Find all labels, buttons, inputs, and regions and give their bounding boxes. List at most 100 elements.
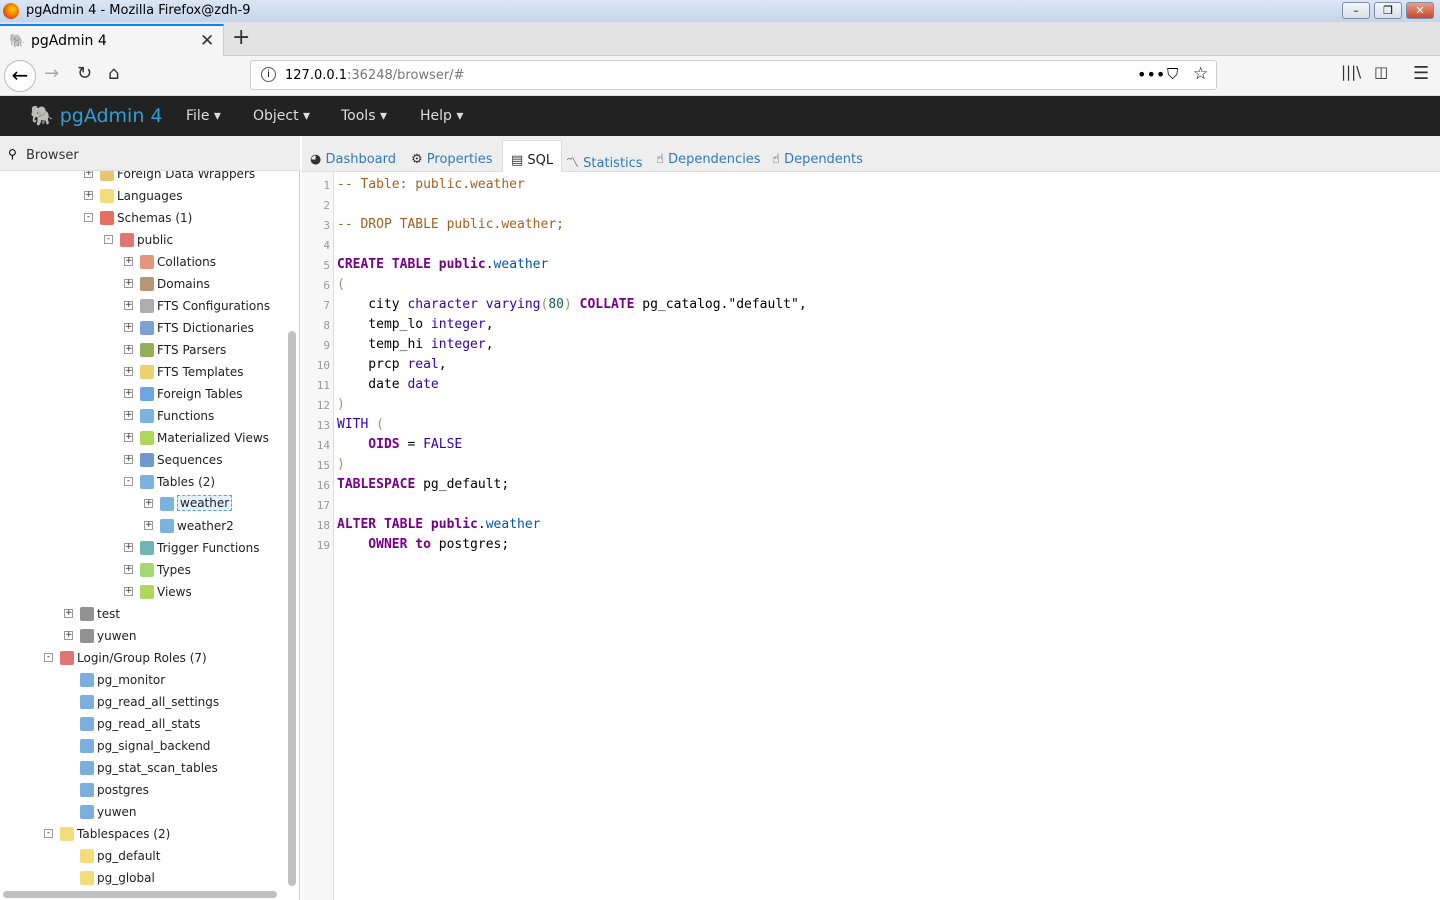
tree-item[interactable]: pg_stat_scan_tables bbox=[0, 758, 286, 780]
reload-button[interactable]: ↻ bbox=[77, 63, 92, 84]
tree-item[interactable]: pg_read_all_settings bbox=[0, 692, 286, 714]
tree-item[interactable]: + weather2 bbox=[0, 516, 286, 538]
expand-icon[interactable]: + bbox=[124, 587, 133, 596]
forward-button[interactable]: → bbox=[44, 63, 59, 84]
tree-node-icon bbox=[140, 541, 154, 555]
tree-item[interactable]: pg_signal_backend bbox=[0, 736, 286, 758]
tree-item[interactable]: + Collations bbox=[0, 252, 286, 274]
back-button[interactable]: ← bbox=[4, 60, 36, 92]
code-token: TABLESPACE bbox=[337, 477, 416, 492]
tree-item[interactable]: + weather bbox=[0, 494, 286, 516]
new-tab-button[interactable]: + bbox=[232, 25, 250, 50]
expand-icon[interactable]: + bbox=[144, 499, 153, 508]
line-number: 8 bbox=[323, 319, 330, 332]
tab-sql[interactable]: ▤ SQL bbox=[502, 140, 563, 172]
tree-item[interactable]: + FTS Parsers bbox=[0, 340, 286, 362]
tree-vertical-scrollbar[interactable] bbox=[288, 331, 296, 886]
tab-dependencies[interactable]: ☝ Dependencies bbox=[656, 152, 761, 167]
tab-label: Statistics bbox=[583, 156, 643, 171]
expand-icon[interactable]: + bbox=[124, 543, 133, 552]
tree-item[interactable]: - public bbox=[0, 230, 286, 252]
tree-item-label: Foreign Tables bbox=[157, 387, 243, 401]
menu-file[interactable]: File ▾ bbox=[186, 108, 221, 124]
expand-icon[interactable]: + bbox=[124, 279, 133, 288]
tree-item[interactable]: + Materialized Views bbox=[0, 428, 286, 450]
browser-tab[interactable]: 🐘 pgAdmin 4 ✕ bbox=[0, 24, 224, 57]
tree-item[interactable]: + yuwen bbox=[0, 626, 286, 648]
collapse-icon[interactable]: - bbox=[84, 213, 93, 222]
tree-item[interactable]: + Sequences bbox=[0, 450, 286, 472]
library-icon[interactable]: |||\ bbox=[1341, 63, 1361, 81]
tree-item[interactable]: pg_monitor bbox=[0, 670, 286, 692]
tree-item[interactable]: + Foreign Data Wrappers bbox=[0, 171, 286, 186]
tab-dashboard[interactable]: ◕ Dashboard bbox=[310, 152, 396, 167]
code-token: OIDS bbox=[337, 437, 400, 452]
close-tab-icon[interactable]: ✕ bbox=[200, 31, 214, 51]
tree-item[interactable]: - Schemas (1) bbox=[0, 208, 286, 230]
tab-dependents[interactable]: ☝ Dependents bbox=[772, 152, 863, 167]
sql-editor[interactable]: 1 2 3 4 5 6 7 8 9 10 11 12 13 14 15 16 17 18 19 -- Table: … bbox=[302, 172, 1440, 900]
sidebar-icon[interactable]: ◫ bbox=[1374, 63, 1388, 81]
menu-tools[interactable]: Tools ▾ bbox=[341, 108, 387, 124]
code-token: postgres; bbox=[430, 537, 510, 552]
collapse-icon[interactable]: - bbox=[44, 829, 53, 838]
menu-help[interactable]: Help ▾ bbox=[420, 108, 463, 124]
tree-item-label: pg_read_all_stats bbox=[97, 717, 201, 731]
tree-item[interactable]: + Languages bbox=[0, 186, 286, 208]
tree-item[interactable]: - Login/Group Roles (7) bbox=[0, 648, 286, 670]
tree-item[interactable]: + FTS Templates bbox=[0, 362, 286, 384]
expand-icon[interactable]: + bbox=[124, 411, 133, 420]
url-bar[interactable]: i 127.0.0.1:36248/browser/# ••• ⛉ ☆ bbox=[250, 60, 1217, 90]
tree-item[interactable]: + FTS Configurations bbox=[0, 296, 286, 318]
expand-icon[interactable]: + bbox=[64, 631, 73, 640]
tree-item[interactable]: + Functions bbox=[0, 406, 286, 428]
code-token: integer bbox=[430, 337, 486, 352]
expand-icon[interactable]: + bbox=[124, 345, 133, 354]
tree-item[interactable]: yuwen bbox=[0, 802, 286, 824]
tree-item[interactable]: + test bbox=[0, 604, 286, 626]
expand-icon[interactable]: + bbox=[124, 565, 133, 574]
tree-item[interactable]: + FTS Dictionaries bbox=[0, 318, 286, 340]
expand-icon[interactable]: + bbox=[84, 191, 93, 200]
tab-statistics[interactable]: 〽 Statistics bbox=[566, 152, 643, 171]
restore-button[interactable]: ❐ bbox=[1374, 2, 1402, 19]
tree-node-icon bbox=[160, 519, 174, 533]
expand-icon[interactable]: + bbox=[124, 257, 133, 266]
info-icon[interactable]: i bbox=[261, 67, 276, 82]
tree-item[interactable]: + Domains bbox=[0, 274, 286, 296]
collapse-icon[interactable]: - bbox=[44, 653, 53, 662]
expand-icon[interactable]: + bbox=[124, 455, 133, 464]
expand-icon[interactable]: + bbox=[84, 171, 93, 178]
minimize-button[interactable]: – bbox=[1342, 2, 1370, 19]
tree-item[interactable]: - Tables (2) bbox=[0, 472, 286, 494]
expand-icon[interactable]: + bbox=[144, 521, 153, 530]
expand-icon[interactable]: + bbox=[124, 389, 133, 398]
pocket-icon[interactable]: ⛉ bbox=[1167, 65, 1178, 83]
menu-object[interactable]: Object ▾ bbox=[253, 108, 310, 124]
tree-item[interactable]: + Types bbox=[0, 560, 286, 582]
expand-icon[interactable]: + bbox=[124, 323, 133, 332]
tree-item[interactable]: pg_read_all_stats bbox=[0, 714, 286, 736]
close-window-button[interactable]: ✕ bbox=[1406, 2, 1434, 19]
brand-logo[interactable]: 🐘 pgAdmin 4 bbox=[30, 104, 163, 127]
bookmark-star-icon[interactable]: ☆ bbox=[1193, 64, 1208, 84]
tree-item[interactable]: postgres bbox=[0, 780, 286, 802]
tab-properties[interactable]: ⚙ Properties bbox=[411, 152, 493, 167]
tree-item[interactable]: - Tablespaces (2) bbox=[0, 824, 286, 846]
tree-horizontal-scrollbar[interactable] bbox=[3, 891, 277, 898]
collapse-icon[interactable]: - bbox=[104, 235, 113, 244]
tree-item[interactable]: + Views bbox=[0, 582, 286, 604]
expand-icon[interactable]: + bbox=[124, 301, 133, 310]
home-button[interactable]: ⌂ bbox=[108, 63, 119, 84]
collapse-icon[interactable]: - bbox=[124, 477, 133, 486]
tree-item[interactable]: + Foreign Tables bbox=[0, 384, 286, 406]
expand-icon[interactable]: + bbox=[64, 609, 73, 618]
expand-icon[interactable]: + bbox=[124, 433, 133, 442]
expand-icon[interactable]: + bbox=[124, 367, 133, 376]
menu-icon[interactable]: ☰ bbox=[1413, 63, 1429, 84]
tree-node-icon bbox=[160, 497, 174, 511]
tree-item[interactable]: pg_default bbox=[0, 846, 286, 868]
tree-item[interactable]: pg_global bbox=[0, 868, 286, 889]
tree-item[interactable]: + Trigger Functions bbox=[0, 538, 286, 560]
more-actions-icon[interactable]: ••• bbox=[1137, 65, 1165, 84]
